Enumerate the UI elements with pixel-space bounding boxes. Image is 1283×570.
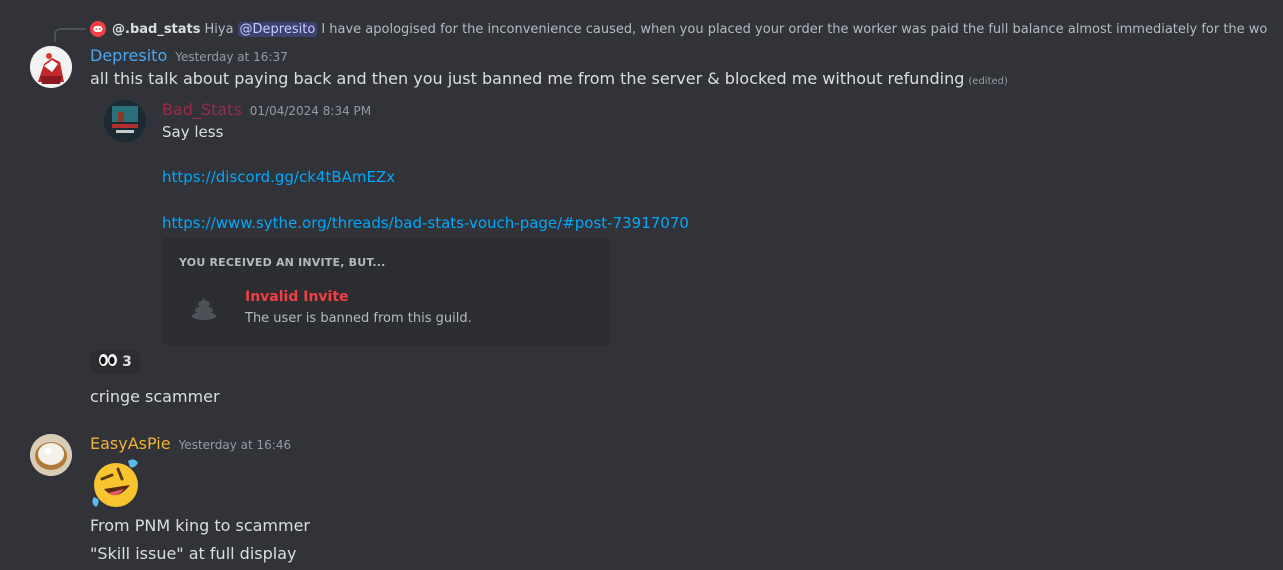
reply-text-start: Hiya	[204, 21, 234, 37]
reaction-count: 3	[122, 354, 132, 370]
invite-link[interactable]: https://discord.gg/ck4tBAmEZx	[162, 168, 395, 186]
message-line: From PNM king to scammer	[90, 516, 311, 535]
timestamp[interactable]: Yesterday at 16:37	[175, 50, 288, 64]
author-name[interactable]: EasyAsPie	[90, 434, 171, 453]
avatar[interactable]	[30, 46, 72, 88]
message-line: "Skill issue" at full display	[90, 544, 297, 563]
reply-text: I have apologised for the inconvenience …	[321, 21, 1268, 37]
reply-connector-line	[54, 28, 86, 42]
message-header: EasyAsPie Yesterday at 16:46	[90, 434, 291, 453]
quoted-header: Bad_Stats 01/04/2024 8:34 PM	[162, 100, 371, 119]
edited-label: (edited)	[968, 76, 1008, 87]
message-text: all this talk about paying back and then…	[90, 69, 1008, 88]
author-name[interactable]: Depresito	[90, 46, 167, 65]
reply-mention[interactable]: @Depresito	[237, 21, 318, 37]
invite-embed: YOU RECEIVED AN INVITE, BUT... Invalid I…	[162, 238, 610, 345]
quoted-author[interactable]: Bad_Stats	[162, 100, 242, 119]
followup-message: cringe scammer	[90, 387, 220, 406]
timestamp[interactable]: Yesterday at 16:46	[179, 438, 292, 452]
reply-author[interactable]: @.bad_stats	[112, 22, 201, 37]
discord-icon	[90, 21, 106, 37]
quoted-text: Say less	[162, 123, 224, 141]
embed-subtitle: The user is banned from this guild.	[245, 311, 472, 326]
embed-header: YOU RECEIVED AN INVITE, BUT...	[179, 256, 386, 269]
poop-icon	[190, 296, 218, 324]
reply-preview[interactable]: @.bad_stats Hiya @Depresito I have apolo…	[90, 20, 1283, 38]
embed-title: Invalid Invite	[245, 289, 349, 305]
quoted-timestamp: 01/04/2024 8:34 PM	[249, 104, 372, 118]
eyes-icon	[98, 353, 118, 371]
rofl-emoji-icon	[90, 457, 144, 513]
vouch-link[interactable]: https://www.sythe.org/threads/bad-stats-…	[162, 214, 689, 232]
quoted-avatar[interactable]	[104, 100, 146, 142]
message-body: all this talk about paying back and then…	[90, 69, 965, 88]
message-header: Depresito Yesterday at 16:37	[90, 46, 288, 65]
avatar[interactable]	[30, 434, 72, 476]
eyes-reaction[interactable]: 3	[90, 350, 140, 374]
